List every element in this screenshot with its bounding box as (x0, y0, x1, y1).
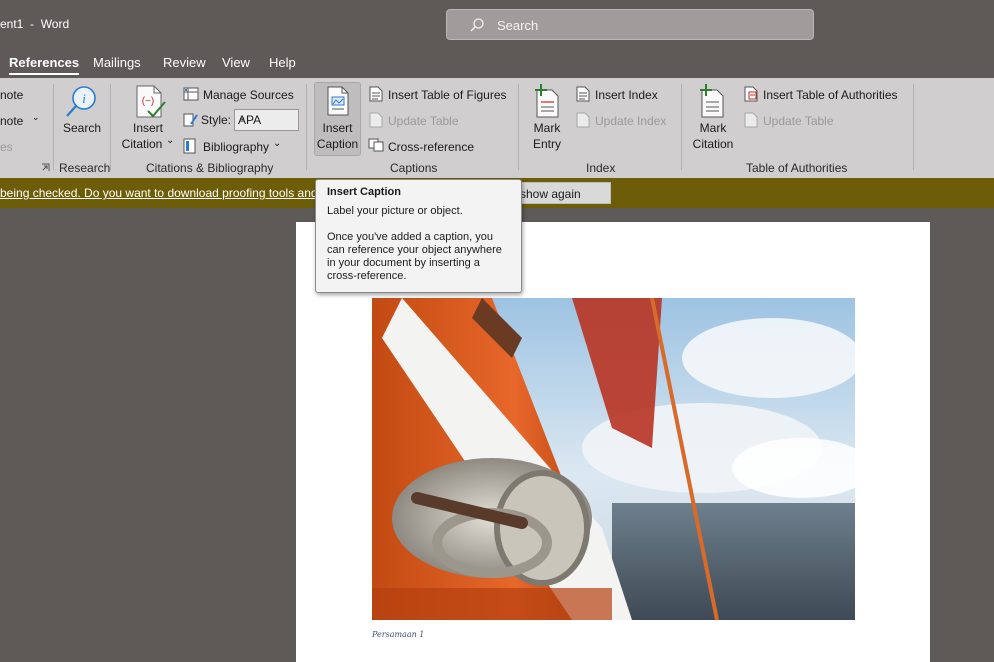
figure-caption[interactable]: Persamaan 1 (372, 630, 424, 639)
svg-text:(−): (−) (142, 96, 155, 107)
insert-citation-label-1[interactable]: Insert (118, 120, 178, 136)
group-separator (518, 84, 519, 170)
tooltip-title: Insert Caption (327, 186, 401, 198)
tab-mailings[interactable]: Mailings (93, 55, 141, 70)
insert-caption-icon (327, 86, 349, 116)
tooltip-description: Once you've added a caption, you can ref… (327, 231, 502, 282)
insert-table-of-figures-button[interactable]: Insert Table of Figures (388, 88, 507, 102)
mark-entry-icon (535, 84, 559, 118)
tooltip-summary: Label your picture or object. (327, 205, 463, 217)
svg-text:i: i (82, 91, 86, 106)
insert-citation-icon: (−) (136, 85, 166, 118)
group-label-research: Research (59, 161, 111, 175)
group-separator (110, 84, 111, 170)
update-table-icon (369, 112, 383, 128)
group-separator (913, 84, 914, 170)
sailboat-image (372, 298, 855, 620)
style-dropdown[interactable]: APA ⌄ (234, 109, 299, 131)
tab-view[interactable]: View (222, 55, 250, 70)
insert-caption-label-1: Insert (322, 121, 353, 135)
group-separator (53, 84, 54, 170)
search-placeholder: Search (497, 18, 539, 33)
mark-entry-label-2[interactable]: Entry (528, 136, 566, 152)
group-separator (681, 84, 682, 170)
group-label-index: Index (586, 161, 616, 175)
update-table-authorities-button[interactable]: Update Table (763, 114, 834, 128)
manage-sources-button[interactable]: Manage Sources (203, 88, 294, 102)
mark-entry-label-1[interactable]: Mark (528, 120, 566, 136)
table-of-authorities-icon (744, 86, 758, 102)
search-button[interactable]: Search (60, 120, 104, 136)
mark-citation-icon (700, 84, 724, 118)
window-title: ent1 - Word (0, 17, 70, 31)
insert-citation-label-2[interactable]: Citation (116, 136, 168, 152)
ribbon-tabs: References Mailings Review View Help (0, 48, 994, 78)
tab-help[interactable]: Help (269, 55, 296, 70)
group-label-authorities: Table of Authorities (746, 161, 848, 175)
chevron-down-icon[interactable]: ⌄ (32, 112, 40, 123)
insert-caption-tooltip: Insert Caption Label your picture or obj… (315, 179, 522, 293)
update-table-authorities-icon (744, 112, 758, 128)
group-separator (306, 84, 307, 170)
mark-citation-label-1[interactable]: Mark (690, 120, 736, 136)
bibliography-button[interactable]: Bibliography (203, 140, 269, 154)
chevron-down-icon: ⌄ (238, 112, 247, 123)
tab-review[interactable]: Review (163, 55, 206, 70)
proofing-notification-link[interactable]: being checked. Do you want to download p… (0, 186, 318, 200)
bibliography-icon (183, 138, 196, 154)
group-label-citations: Citations & Bibliography (146, 161, 274, 175)
sailboat-photo[interactable] (372, 298, 855, 620)
mark-citation-label-2[interactable]: Citation (687, 136, 739, 152)
dialog-launcher-icon[interactable] (41, 163, 50, 172)
title-bar: ent1 - Word Search (0, 0, 994, 48)
group-label-captions: Captions (390, 161, 438, 175)
insert-index-icon (576, 86, 590, 102)
insert-table-of-authorities-button[interactable]: Insert Table of Authorities (763, 88, 898, 102)
chevron-down-icon[interactable]: ⌄ (166, 135, 174, 146)
search-box[interactable]: Search (446, 9, 814, 40)
chevron-down-icon[interactable]: ⌄ (273, 138, 281, 149)
update-index-button[interactable]: Update Index (595, 114, 666, 128)
cross-reference-button[interactable]: Cross-reference (388, 140, 474, 154)
search-icon (470, 18, 484, 32)
tab-references[interactable]: References (9, 55, 80, 75)
update-index-icon (576, 112, 590, 128)
manage-sources-icon (183, 87, 199, 101)
update-table-button[interactable]: Update Table (388, 114, 459, 128)
style-icon (183, 113, 198, 127)
ribbon: note note ⌄ es i Search Research (−) Ins… (0, 78, 994, 178)
table-of-figures-icon (369, 86, 383, 102)
cross-reference-icon (368, 138, 384, 152)
insert-index-button[interactable]: Insert Index (595, 88, 658, 102)
researcher-icon: i (66, 86, 96, 117)
endnote-item[interactable]: note (0, 114, 23, 128)
footnote-item[interactable]: note (0, 88, 23, 102)
show-notes-item[interactable]: es (0, 140, 13, 154)
style-label: Style: (201, 113, 232, 127)
insert-caption-label-2: Caption (316, 137, 359, 151)
